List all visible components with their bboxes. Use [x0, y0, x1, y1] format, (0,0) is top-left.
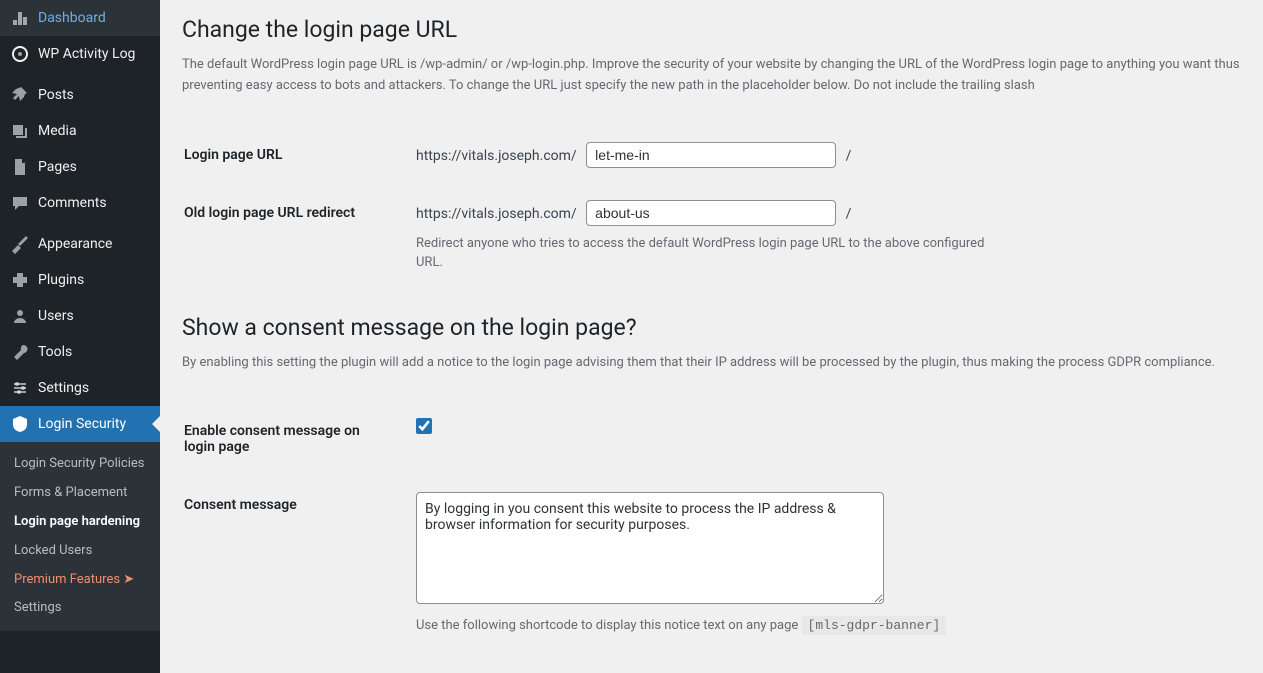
media-icon — [10, 121, 30, 141]
sidebar-item-tools[interactable]: Tools — [0, 334, 160, 370]
sidebar-item-plugins[interactable]: Plugins — [0, 262, 160, 298]
enable-consent-checkbox[interactable] — [416, 418, 432, 434]
old-url-input[interactable] — [586, 200, 836, 226]
admin-sidebar: Dashboard WP Activity Log Posts Media Pa… — [0, 0, 160, 673]
sidebar-item-media[interactable]: Media — [0, 113, 160, 149]
sidebar-item-label: Tools — [38, 344, 72, 360]
appearance-icon — [10, 234, 30, 254]
login-url-label: Login page URL — [184, 127, 404, 183]
login-url-input[interactable] — [586, 142, 836, 168]
sidebar-item-label: Dashboard — [38, 10, 106, 26]
sidebar-item-label: Login Security — [38, 416, 126, 432]
consent-message-label: Consent message — [184, 477, 404, 651]
enable-consent-label: Enable consent message on login page — [184, 403, 404, 475]
url-suffix: / — [846, 148, 852, 164]
section-heading-consent: Show a consent message on the login page… — [182, 314, 1263, 341]
old-url-help: Redirect anyone who tries to access the … — [416, 234, 996, 273]
url-prefix: https://vitals.joseph.com/ — [416, 148, 577, 164]
sidebar-item-appearance[interactable]: Appearance — [0, 226, 160, 262]
sidebar-item-label: Appearance — [38, 236, 112, 252]
submenu-forms[interactable]: Forms & Placement — [0, 479, 160, 508]
sidebar-item-login-security[interactable]: Login Security — [0, 406, 160, 442]
pin-icon — [10, 85, 30, 105]
sidebar-item-dashboard[interactable]: Dashboard — [0, 0, 160, 36]
sidebar-item-comments[interactable]: Comments — [0, 185, 160, 221]
sidebar-item-label: Comments — [38, 195, 107, 211]
sidebar-item-label: WP Activity Log — [38, 46, 135, 62]
main-content: Change the login page URL The default Wo… — [160, 0, 1263, 673]
sidebar-item-activity-log[interactable]: WP Activity Log — [0, 36, 160, 72]
sidebar-item-label: Media — [38, 123, 77, 139]
settings-icon — [10, 378, 30, 398]
sidebar-item-label: Users — [38, 308, 74, 324]
comment-icon — [10, 193, 30, 213]
sidebar-item-settings[interactable]: Settings — [0, 370, 160, 406]
old-url-label: Old login page URL redirect — [184, 185, 404, 288]
sidebar-item-posts[interactable]: Posts — [0, 77, 160, 113]
shortcode-help: Use the following shortcode to display t… — [416, 616, 996, 636]
dashboard-icon — [10, 8, 30, 28]
shortcode-code: [mls-gdpr-banner] — [802, 616, 947, 635]
submenu-locked[interactable]: Locked Users — [0, 537, 160, 566]
submenu-settings[interactable]: Settings — [0, 594, 160, 623]
login-security-submenu: Login Security Policies Forms & Placemen… — [0, 442, 160, 631]
section-heading-change-url: Change the login page URL — [182, 16, 1263, 43]
submenu-policies[interactable]: Login Security Policies — [0, 450, 160, 479]
section-desc-consent: By enabling this setting the plugin will… — [182, 353, 1263, 374]
submenu-premium[interactable]: Premium Features ➤ — [0, 566, 160, 595]
url-suffix: / — [846, 206, 852, 222]
sidebar-item-label: Plugins — [38, 272, 84, 288]
section-desc-change-url: The default WordPress login page URL is … — [182, 55, 1263, 97]
consent-message-textarea[interactable] — [416, 492, 884, 604]
url-prefix: https://vitals.joseph.com/ — [416, 206, 577, 222]
tool-icon — [10, 342, 30, 362]
page-icon — [10, 157, 30, 177]
activity-icon — [10, 44, 30, 64]
sidebar-item-label: Settings — [38, 380, 89, 396]
sidebar-item-label: Posts — [38, 87, 74, 103]
sidebar-item-label: Pages — [38, 159, 77, 175]
sidebar-item-users[interactable]: Users — [0, 298, 160, 334]
shield-icon — [10, 414, 30, 434]
sidebar-item-pages[interactable]: Pages — [0, 149, 160, 185]
submenu-hardening[interactable]: Login page hardening — [0, 508, 160, 537]
plugin-icon — [10, 270, 30, 290]
user-icon — [10, 306, 30, 326]
